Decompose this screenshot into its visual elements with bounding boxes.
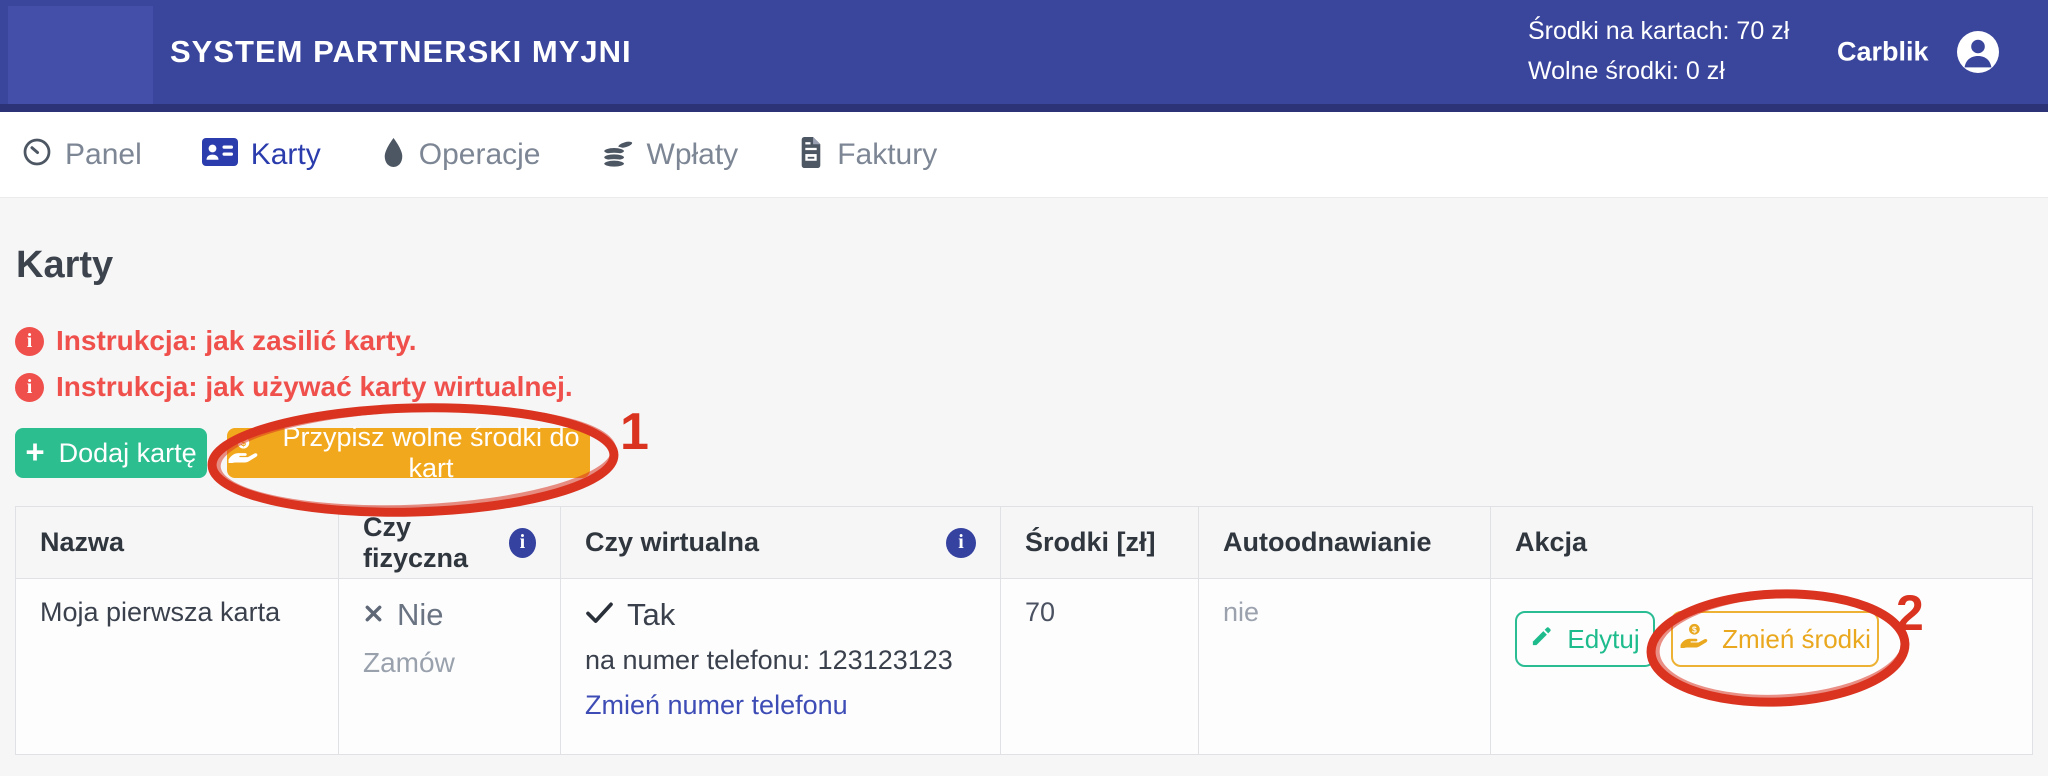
order-card-link[interactable]: Zamów [363, 647, 455, 678]
header-bottom-edge [0, 104, 2048, 112]
hand-holding-dollar-icon: $ [227, 436, 258, 470]
id-card-icon [202, 138, 238, 171]
svg-text:$: $ [1692, 624, 1697, 634]
app-screen: SYSTEM PARTNERSKI MYJNI Środki na kartac… [0, 0, 2048, 776]
instruction-link-topup[interactable]: i Instrukcja: jak zasilić karty. [15, 325, 417, 357]
annotation-step-1: 1 [620, 402, 649, 462]
info-circle-icon: i [15, 327, 44, 356]
virtual-value: Tak [627, 597, 675, 633]
main-nav: Panel Karty Operacje [0, 112, 2048, 198]
instruction-text: Instrukcja: jak używać karty wirtualnej. [56, 371, 573, 403]
balance-summary: Środki na kartach: 70 zł Wolne środki: 0… [1528, 11, 1789, 91]
app-header: SYSTEM PARTNERSKI MYJNI Środki na kartac… [0, 0, 2048, 104]
nav-item-wplaty[interactable]: Wpłaty [601, 137, 739, 173]
cell-funds: 70 [1001, 579, 1199, 754]
add-card-button[interactable]: + Dodaj kartę [15, 428, 207, 478]
nav-label-panel: Panel [65, 138, 142, 172]
nav-label-wplaty: Wpłaty [647, 138, 739, 172]
account-circle-icon[interactable] [1956, 30, 2000, 74]
x-mark-icon [363, 600, 384, 631]
cell-autorenew: nie [1199, 579, 1491, 754]
info-icon[interactable]: i [946, 528, 976, 558]
page-title: Karty [16, 244, 113, 287]
nav-label-faktury: Faktury [837, 138, 937, 172]
assign-free-funds-button[interactable]: $ Przypisz wolne środki do kart [227, 428, 590, 478]
nav-item-faktury[interactable]: Faktury [798, 137, 937, 173]
nav-label-karty: Karty [251, 138, 321, 172]
column-header-virtual: Czy wirtualna i [561, 507, 1001, 579]
nav-label-operacje: Operacje [419, 138, 541, 172]
info-icon[interactable]: i [509, 528, 536, 558]
change-phone-link[interactable]: Zmień numer telefonu [585, 690, 848, 720]
cell-card-name: Moja pierwsza karta [16, 579, 339, 754]
add-card-label: Dodaj kartę [59, 438, 197, 469]
droplet-icon [381, 137, 406, 173]
logo-placeholder [8, 6, 153, 104]
column-header-funds: Środki [zł] [1001, 507, 1199, 579]
plus-icon: + [25, 435, 44, 468]
cell-physical: Nie Zamów [339, 579, 561, 754]
edit-card-label: Edytuj [1567, 624, 1639, 655]
column-header-physical: Czy fizyczna i [339, 507, 561, 579]
invoice-icon [798, 137, 824, 173]
gauge-icon [22, 137, 52, 172]
coins-icon [601, 137, 634, 173]
assign-free-funds-label: Przypisz wolne środki do kart [272, 422, 590, 484]
pencil-icon [1530, 624, 1553, 655]
info-circle-icon: i [15, 373, 44, 402]
nav-item-panel[interactable]: Panel [22, 137, 142, 172]
nav-item-operacje[interactable]: Operacje [381, 137, 541, 173]
instruction-text: Instrukcja: jak zasilić karty. [56, 325, 417, 357]
instruction-link-virtual[interactable]: i Instrukcja: jak używać karty wirtualne… [15, 371, 573, 403]
balance-free: Wolne środki: 0 zł [1528, 51, 1789, 91]
column-header-action: Akcja [1491, 507, 2032, 579]
check-mark-icon [585, 600, 614, 631]
edit-card-button[interactable]: Edytuj [1515, 611, 1655, 667]
change-funds-label: Zmień środki [1722, 624, 1871, 655]
cell-actions: Edytuj $ Zmień środki [1491, 579, 2032, 754]
balance-on-cards: Środki na kartach: 70 zł [1528, 11, 1789, 51]
physical-value: Nie [397, 597, 444, 633]
nav-item-karty[interactable]: Karty [202, 138, 321, 172]
column-header-autorenew: Autoodnawianie [1199, 507, 1491, 579]
app-title: SYSTEM PARTNERSKI MYJNI [170, 34, 632, 70]
cell-virtual: Tak na numer telefonu: 123123123 Zmień n… [561, 579, 1001, 754]
cards-table: Nazwa Czy fizyczna i Czy wirtualna i Śro… [15, 506, 2033, 755]
hand-holding-dollar-icon: $ [1679, 623, 1708, 655]
change-funds-button[interactable]: $ Zmień środki [1671, 611, 1879, 667]
column-header-name: Nazwa [16, 507, 339, 579]
user-name[interactable]: Carblik [1837, 37, 1929, 68]
svg-text:$: $ [241, 438, 246, 448]
virtual-phone-number: na numer telefonu: 123123123 [585, 645, 976, 676]
